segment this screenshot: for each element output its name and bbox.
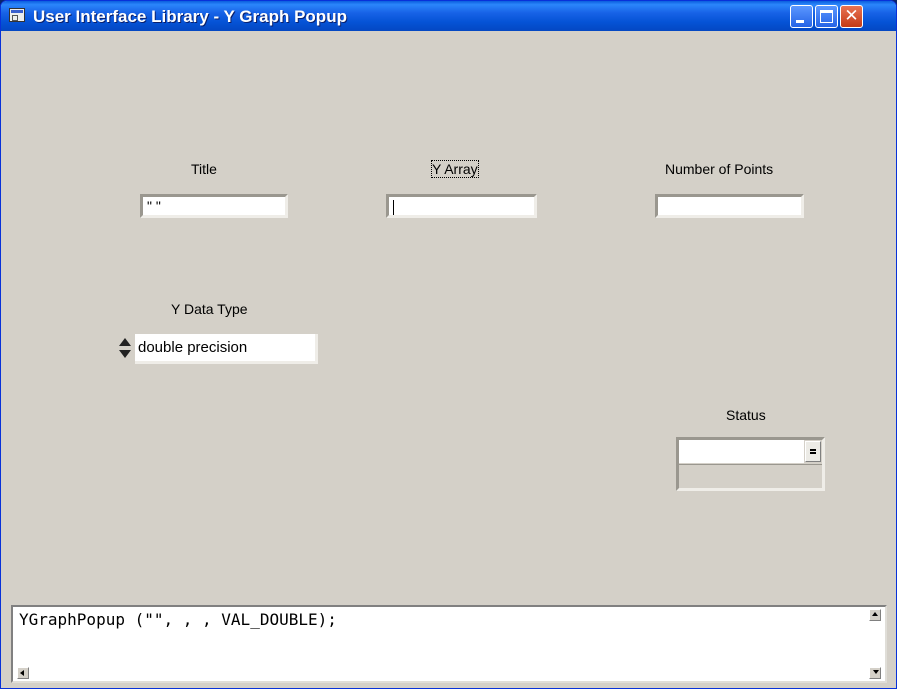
- status-divider: [679, 464, 822, 465]
- function-call-code: YGraphPopup ("", , , VAL_DOUBLE);: [19, 610, 337, 629]
- y-graph-popup-window: User Interface Library - Y Graph Popup ✕…: [0, 0, 897, 689]
- maximize-icon: [820, 10, 833, 23]
- window-title: User Interface Library - Y Graph Popup: [33, 7, 347, 26]
- function-call-textbox[interactable]: YGraphPopup ("", , , VAL_DOUBLE);: [11, 605, 887, 683]
- y-data-type-ring[interactable]: double precision: [135, 334, 318, 364]
- close-button[interactable]: ✕: [840, 5, 863, 28]
- minimize-button[interactable]: [790, 5, 813, 28]
- scroll-down-icon[interactable]: [869, 667, 881, 679]
- title-label: Title: [191, 161, 217, 177]
- title-input[interactable]: " ": [140, 194, 288, 218]
- close-icon: ✕: [844, 6, 859, 26]
- ring-down-arrow-icon[interactable]: [119, 350, 131, 358]
- title-bar[interactable]: User Interface Library - Y Graph Popup ✕: [1, 1, 896, 31]
- scroll-left-icon[interactable]: [17, 667, 29, 679]
- status-menu-icon[interactable]: [805, 441, 821, 462]
- ring-up-arrow-icon[interactable]: [119, 338, 131, 346]
- status-value: [679, 440, 804, 463]
- y-data-type-ring-arrows[interactable]: [117, 334, 132, 364]
- number-of-points-input[interactable]: [655, 194, 804, 218]
- status-label: Status: [726, 407, 766, 423]
- text-cursor: [393, 199, 394, 215]
- number-of-points-label: Number of Points: [665, 161, 774, 177]
- y-array-label: Y Array: [431, 160, 479, 178]
- y-data-type-label: Y Data Type: [171, 301, 248, 317]
- cvi-panel-icon[interactable]: [9, 8, 25, 22]
- status-indicator: [676, 437, 825, 491]
- minimize-icon: [796, 20, 804, 23]
- maximize-button[interactable]: [815, 5, 838, 28]
- y-array-input[interactable]: [386, 194, 537, 218]
- scroll-up-icon[interactable]: [869, 609, 881, 621]
